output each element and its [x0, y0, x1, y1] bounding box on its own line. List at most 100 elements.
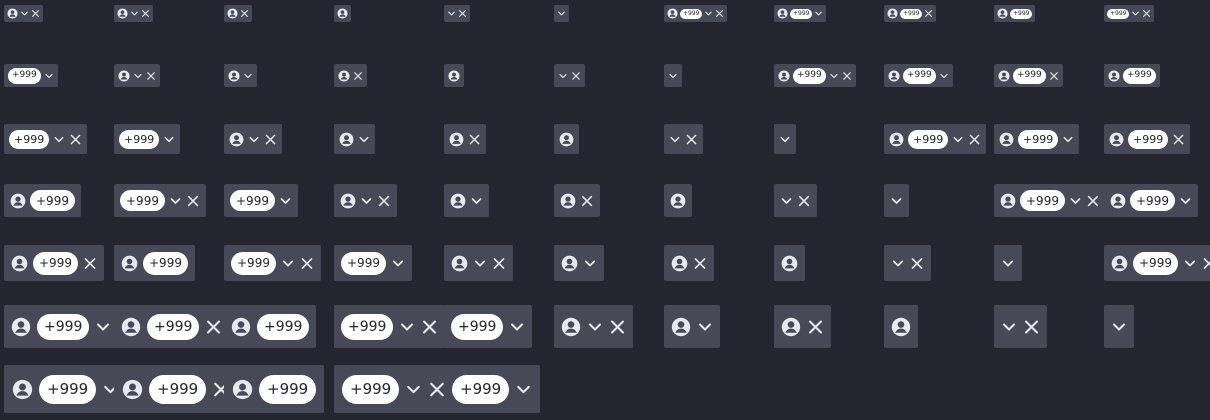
chevron-down-icon[interactable] [130, 8, 139, 19]
chip[interactable] [444, 184, 489, 217]
chip[interactable]: +999 [224, 245, 321, 281]
close-icon[interactable] [300, 255, 314, 272]
chip[interactable] [884, 184, 909, 217]
chevron-down-icon[interactable] [95, 317, 111, 337]
chip[interactable]: +999 [4, 245, 104, 281]
chip[interactable]: +999 [334, 365, 455, 413]
close-icon[interactable] [458, 8, 467, 19]
chip[interactable]: +999 [994, 124, 1080, 154]
chevron-down-icon[interactable] [399, 317, 415, 337]
chevron-down-icon[interactable] [1001, 317, 1017, 337]
chip[interactable] [554, 184, 600, 217]
chip[interactable]: +999 [884, 5, 937, 22]
chevron-down-icon[interactable] [20, 8, 29, 19]
close-icon[interactable] [968, 132, 981, 147]
close-icon[interactable] [1049, 70, 1059, 82]
chevron-down-icon[interactable] [1131, 8, 1140, 19]
chip[interactable] [224, 64, 257, 87]
close-icon[interactable] [1023, 317, 1040, 337]
chevron-down-icon[interactable] [668, 70, 678, 82]
chip[interactable] [4, 5, 43, 22]
chip[interactable]: +999 [114, 305, 230, 348]
chevron-down-icon[interactable] [780, 193, 793, 209]
chevron-down-icon[interactable] [279, 193, 292, 209]
chip[interactable]: +999 [114, 245, 195, 281]
chip[interactable]: +999 [884, 64, 953, 87]
close-icon[interactable] [186, 193, 200, 209]
chip[interactable]: +999 [1104, 64, 1160, 87]
close-icon[interactable] [69, 132, 82, 147]
chip[interactable] [774, 305, 831, 348]
close-icon[interactable] [924, 8, 933, 19]
chip[interactable]: +999 [1104, 184, 1198, 217]
close-icon[interactable] [353, 70, 363, 82]
chip[interactable] [884, 245, 931, 281]
chip[interactable]: +999 [1104, 5, 1155, 22]
chevron-down-icon[interactable] [558, 70, 568, 82]
chevron-down-icon[interactable] [243, 70, 253, 82]
chip[interactable] [994, 305, 1047, 348]
chip[interactable] [774, 245, 805, 281]
chip[interactable] [114, 64, 160, 87]
chip[interactable] [664, 184, 692, 217]
close-icon[interactable] [1086, 193, 1100, 209]
chip[interactable] [994, 245, 1022, 281]
close-icon[interactable] [377, 193, 391, 209]
chevron-down-icon[interactable] [470, 193, 483, 209]
chip[interactable] [444, 124, 486, 154]
close-icon[interactable] [693, 255, 707, 272]
close-icon[interactable] [609, 317, 626, 337]
chevron-down-icon[interactable] [1069, 193, 1082, 209]
chip[interactable] [444, 64, 464, 87]
chip[interactable]: +999 [994, 184, 1106, 217]
chevron-down-icon[interactable] [939, 70, 949, 82]
chip[interactable]: +999 [224, 305, 317, 348]
chip[interactable]: +999 [4, 124, 88, 154]
chip[interactable]: +999 [114, 184, 206, 217]
chevron-down-icon[interactable] [1183, 255, 1197, 272]
chip[interactable]: +999 [4, 184, 81, 217]
chip[interactable]: +999 [114, 124, 181, 154]
chip[interactable] [554, 64, 585, 87]
chip[interactable]: +999 [224, 365, 325, 413]
chevron-down-icon[interactable] [473, 255, 487, 272]
chip[interactable] [224, 5, 252, 22]
close-icon[interactable] [468, 132, 481, 147]
close-icon[interactable] [807, 317, 824, 337]
chevron-down-icon[interactable] [133, 70, 143, 82]
chip[interactable] [1104, 305, 1134, 348]
close-icon[interactable] [83, 255, 97, 272]
close-icon[interactable] [141, 8, 150, 19]
chevron-down-icon[interactable] [704, 8, 713, 19]
chevron-down-icon[interactable] [557, 8, 566, 19]
chip[interactable] [554, 245, 604, 281]
chip[interactable]: +999 [1104, 124, 1191, 154]
chip[interactable] [664, 64, 682, 87]
chevron-down-icon[interactable] [163, 132, 175, 147]
chevron-down-icon[interactable] [779, 132, 791, 147]
chevron-down-icon[interactable] [281, 255, 295, 272]
close-icon[interactable] [571, 70, 581, 82]
chevron-down-icon[interactable] [697, 317, 713, 337]
close-icon[interactable] [1202, 255, 1210, 272]
close-icon[interactable] [205, 317, 222, 337]
chevron-down-icon[interactable] [515, 379, 532, 400]
chip[interactable]: +999 [114, 365, 239, 413]
chip[interactable] [114, 5, 153, 22]
chevron-down-icon[interactable] [1062, 132, 1074, 147]
chevron-down-icon[interactable] [248, 132, 260, 147]
chevron-down-icon[interactable] [360, 193, 373, 209]
chip[interactable]: +999 [4, 365, 128, 413]
close-icon[interactable] [580, 193, 594, 209]
chip[interactable] [224, 124, 282, 154]
chip[interactable] [554, 305, 633, 348]
chevron-down-icon[interactable] [587, 317, 603, 337]
chip[interactable]: +999 [994, 64, 1063, 87]
chevron-down-icon[interactable] [391, 255, 405, 272]
chip[interactable] [774, 124, 796, 154]
chip[interactable] [664, 124, 703, 154]
chip[interactable]: +999 [4, 305, 119, 348]
chevron-down-icon[interactable] [890, 193, 903, 209]
chevron-down-icon[interactable] [669, 132, 681, 147]
close-icon[interactable] [842, 70, 852, 82]
